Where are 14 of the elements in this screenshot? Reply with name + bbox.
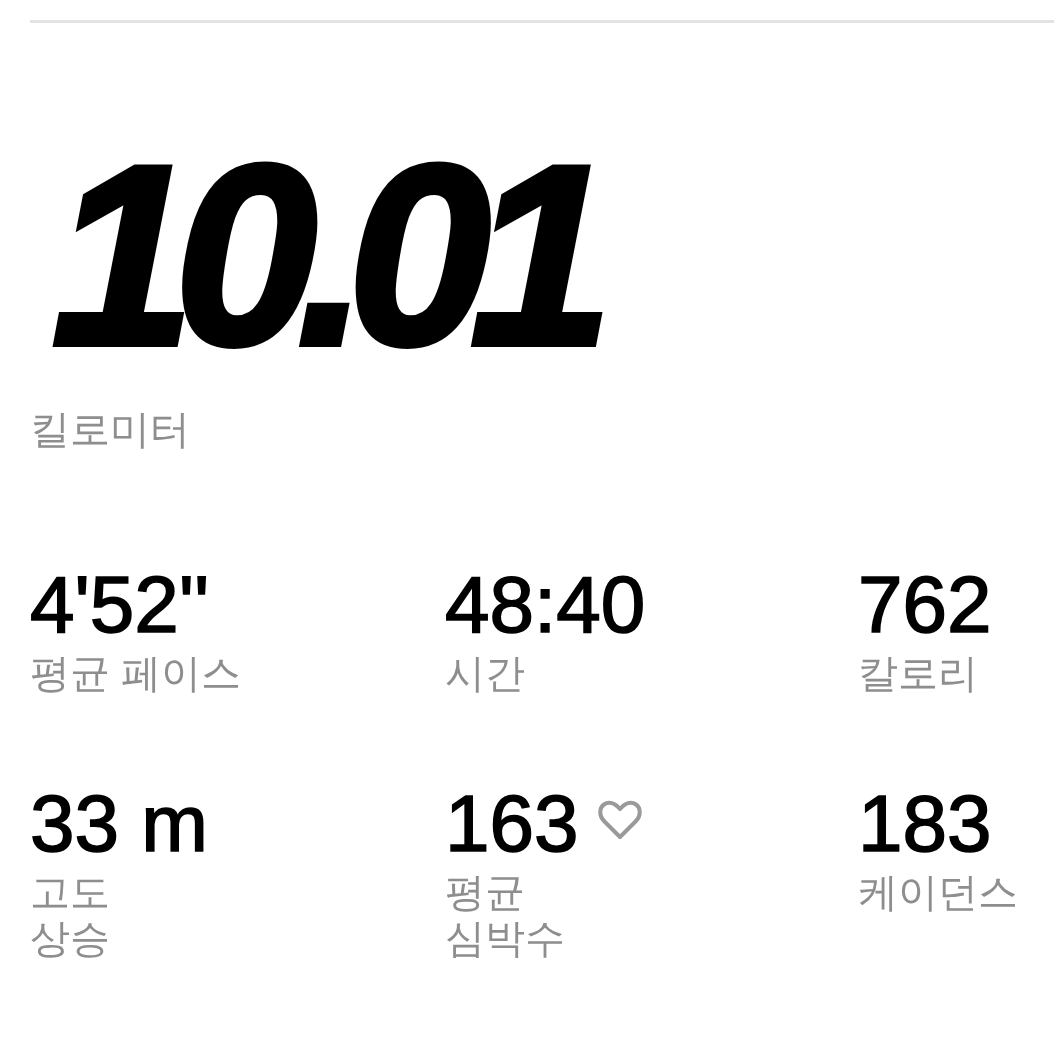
distance-unit: 킬로미터 [30, 406, 190, 453]
stat-value: 762 [858, 565, 992, 645]
stat-value: 4'52'' [30, 565, 210, 645]
stat-label: 고도 상승 [30, 869, 110, 961]
stat-value: 48:40 [445, 565, 646, 645]
stat-label: 평균 페이스 [30, 650, 242, 696]
heart-icon [598, 800, 643, 840]
stat-label: 평균 심박수 [445, 869, 565, 961]
stat-value: 183 [858, 784, 992, 864]
stat-value: 163 [445, 784, 579, 864]
stat-label: 칼로리 [858, 650, 978, 696]
stat-value: 33 m [30, 784, 208, 864]
stat-label: 케이던스 [858, 869, 1018, 915]
stat-label: 시간 [445, 650, 525, 696]
